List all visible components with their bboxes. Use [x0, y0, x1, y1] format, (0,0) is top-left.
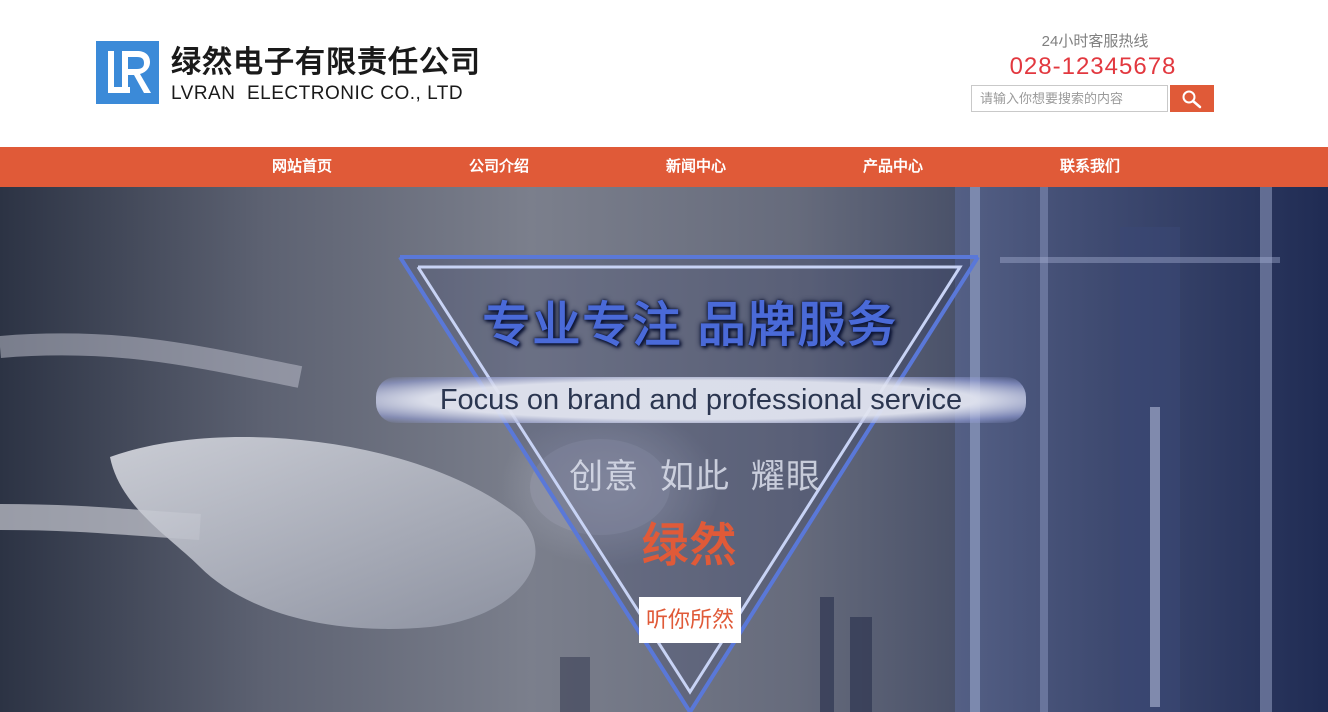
search-icon: [1182, 90, 1202, 108]
hotline-label: 24小时客服热线: [1041, 33, 1149, 50]
banner-title-en: Focus on brand and professional service: [376, 377, 1026, 423]
banner-title-cn: 专业专注 品牌服务: [482, 299, 898, 352]
company-name-cn: 绿然电子有限责任公司: [171, 46, 481, 79]
main-nav: 网站首页 公司介绍 新闻中心 产品中心 联系我们: [0, 147, 1328, 187]
nav-item-news[interactable]: 新闻中心: [626, 147, 766, 187]
company-logo[interactable]: [96, 41, 159, 104]
banner-brand: 绿然: [642, 519, 738, 571]
nav-item-products[interactable]: 产品中心: [823, 147, 963, 187]
nav-item-about[interactable]: 公司介绍: [429, 147, 569, 187]
search-button[interactable]: [1170, 85, 1214, 112]
hero-banner[interactable]: 专业专注 品牌服务 Focus on brand and professiona…: [0, 187, 1328, 712]
banner-words: 创意 如此 耀眼: [569, 458, 821, 496]
nav-item-contact[interactable]: 联系我们: [1020, 147, 1160, 187]
hotline-number: 028-12345678: [1009, 53, 1177, 80]
company-name-en: LVRAN ELECTRONIC CO., LTD: [171, 83, 464, 104]
site-header: 绿然电子有限责任公司 LVRAN ELECTRONIC CO., LTD 24小…: [0, 0, 1328, 147]
nav-item-home[interactable]: 网站首页: [232, 147, 372, 187]
search-input[interactable]: [971, 85, 1168, 112]
banner-tagline: 听你所然: [639, 597, 741, 643]
